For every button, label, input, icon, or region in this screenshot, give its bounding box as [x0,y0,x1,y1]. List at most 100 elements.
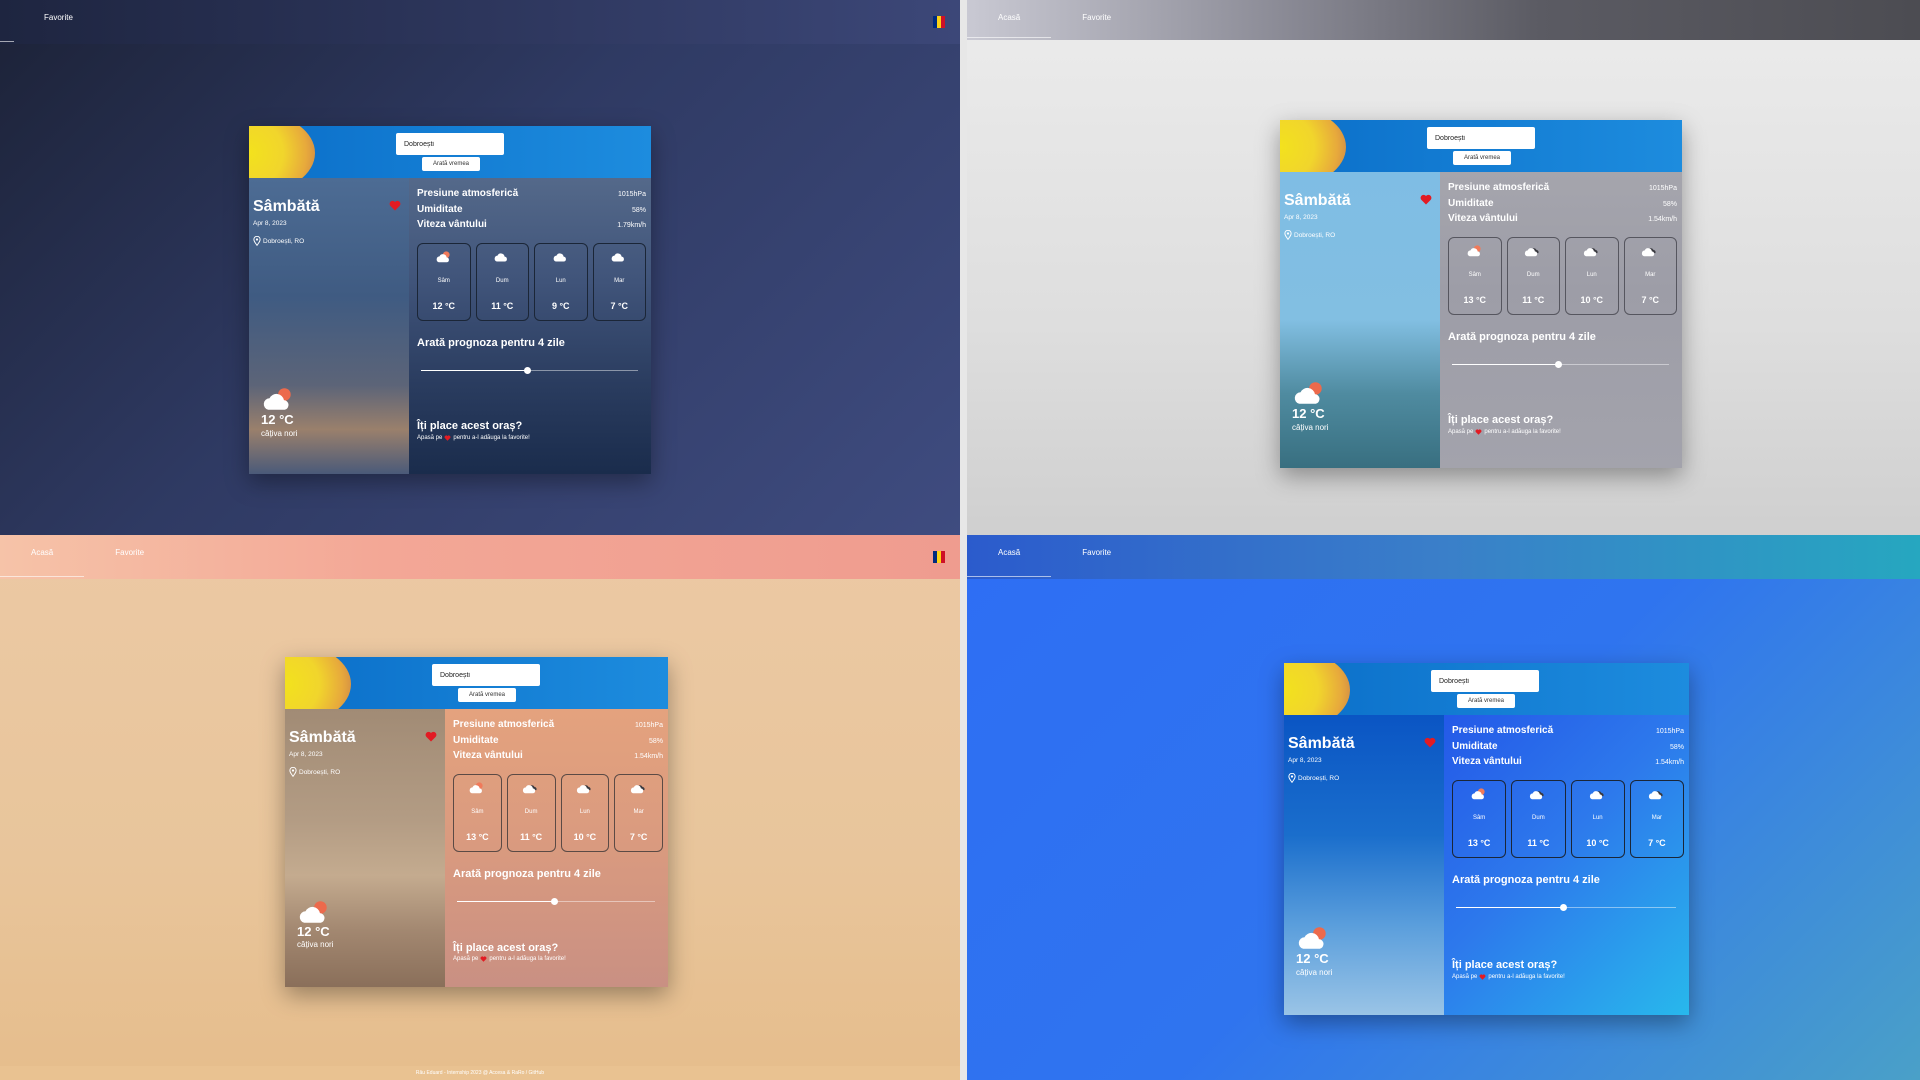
day-name: Sâmbătă [253,198,320,215]
forecast-day-card: Mar 7 °C [1623,236,1677,315]
like-city-title: Îți place acest oraș? [417,420,523,432]
current-weather-icon [1296,925,1332,951]
nav-home-link[interactable]: Acasă [967,0,1052,40]
date-label: Apr 8, 2023 [1288,757,1322,764]
details-panel: Presiune atmosferică 1015hPa Umiditate 58% V… [445,709,668,987]
stat-label: Umiditate [1448,197,1494,209]
city-search-input[interactable] [1427,127,1535,149]
hint-text-after: pentru a-l adăuga la favorite! [489,956,566,962]
favorite-heart-icon[interactable] [1424,735,1436,748]
current-description: câțiva nori [261,429,298,438]
cloud-icon [493,250,511,264]
forecast-slider-label: Arată prognoza pentru 4 zile [1452,873,1600,886]
hint-text-before: Apasă pe [1448,429,1474,435]
forecast-slider-label: Arată prognoza pentru 4 zile [453,867,601,880]
current-temp: 12 °C [1292,406,1325,421]
dark-cloud-icon [1583,244,1601,258]
language-flag-icon[interactable] [933,16,945,28]
slider-thumb[interactable] [1560,903,1568,911]
show-weather-button[interactable]: Arată vremea [458,688,516,702]
dark-cloud-icon [522,781,540,795]
show-weather-button[interactable]: Arată vremea [1457,694,1515,708]
stat-row: Presiune atmosferică 1015hPa [417,188,646,204]
city-search-input[interactable] [432,664,540,686]
slider-thumb[interactable] [550,897,558,905]
stat-row: Umiditate 58% [417,204,646,220]
forecast-row: Sâm 13 °C Dum 11 °C Lun 10 °C Mar 7 °C [453,773,663,852]
stat-row: Presiune atmosferică 1015hPa [453,719,663,735]
language-flag-icon[interactable] [933,551,945,563]
favorite-heart-icon[interactable] [1420,192,1432,205]
forecast-temp: 7 °C [1648,837,1666,848]
stat-row: Umiditate 58% [1448,198,1677,214]
forecast-temp: 10 °C [573,831,597,842]
stat-label: Viteza vântului [417,219,487,230]
sun-icon [285,657,357,709]
date-label: Apr 8, 2023 [253,220,287,227]
forecast-day-label: Sâm [471,808,484,815]
dark-cloud-icon [1589,787,1607,801]
forecast-slider-label: Arată prognoza pentru 4 zile [417,336,565,349]
favorite-heart-icon[interactable] [389,198,401,211]
details-panel: Presiune atmosferică 1015hPa Umiditate 58% V… [409,178,651,474]
stat-label: Presiune atmosferică [453,719,555,730]
forecast-days-slider[interactable] [453,892,663,912]
forecast-day-card: Sâm 13 °C [1452,779,1507,858]
current-weather-icon [261,386,297,412]
city-search-input[interactable] [396,133,504,155]
stat-label: Umiditate [1452,740,1498,752]
nav-favorites-link[interactable]: Favorite [1051,535,1142,579]
stat-row: Presiune atmosferică 1015hPa [1448,182,1677,198]
forecast-day-card: Lun 9 °C [534,242,588,321]
location-text: Dobroești, RO [263,237,305,245]
forecast-temp: 11 °C [520,831,543,842]
favorite-heart-icon[interactable] [425,729,437,742]
current-weather-panel: Sâmbătă Apr 8, 2023 Dobroești, RO 12 °C câți… [249,178,409,474]
forecast-day-card: Dum 11 °C [1511,779,1566,858]
sun-cloud-icon [1470,787,1488,801]
current-description: câțiva nori [297,940,334,949]
forecast-day-card: Mar 7 °C [1629,779,1684,858]
stat-label: Viteza vântului [1452,756,1522,767]
forecast-days-slider[interactable] [1448,355,1677,375]
forecast-temp: 9 °C [551,300,570,311]
forecast-day-card: Lun 10 °C [1565,236,1619,315]
slider-fill [1456,906,1564,908]
top-nav: Favorite [0,0,960,44]
location-pin-icon [253,235,261,247]
stat-label: Presiune atmosferică [417,188,519,199]
stat-value: 58% [631,206,646,214]
forecast-day-label: Mar [1651,814,1663,821]
forecast-day-label: Dum [1532,814,1545,821]
current-temp: 12 °C [297,924,330,939]
show-weather-button[interactable]: Arată vremea [1453,151,1511,165]
nav-home-link[interactable] [0,0,14,44]
nav-home-link[interactable]: Acasă [967,535,1052,579]
sun-icon [249,126,321,178]
forecast-row: Sâm 13 °C Dum 11 °C Lun 10 °C Mar 7 °C [1452,779,1684,858]
slider-thumb[interactable] [523,366,531,374]
nav-favorites-link[interactable]: Favorite [14,0,104,44]
nav-favorites-link[interactable]: Favorite [84,535,175,579]
forecast-day-card: Dum 11 °C [506,773,556,852]
stat-value: 1.54km/h [634,753,663,760]
hint-text-after: pentru a-l adăuga la favorite! [1484,429,1561,435]
forecast-day-card: Dum 11 °C [475,242,529,321]
stat-value: 58% [648,737,663,745]
city-search-input[interactable] [1431,670,1539,692]
current-temp: 12 °C [261,412,294,427]
weather-app-panel: AcasăFavorite Arată vremea Sâmbătă Apr 8, 2… [967,0,1920,540]
location-text: Dobroești, RO [1294,231,1336,239]
nav-favorites-link[interactable]: Favorite [1051,0,1142,40]
current-weather-panel: Sâmbătă Apr 8, 2023 Dobroești, RO 12 °C câți… [1284,715,1444,1015]
show-weather-button[interactable]: Arată vremea [422,157,480,171]
forecast-day-card: Sâm 13 °C [453,773,502,852]
stat-row: Presiune atmosferică 1015hPa [1452,725,1684,741]
nav-home-link[interactable]: Acasă [0,535,85,579]
forecast-days-slider[interactable] [1452,898,1684,918]
forecast-day-label: Mar [614,277,625,284]
slider-thumb[interactable] [1554,360,1562,368]
footer: Rău Eduard - Internship 2023 @ Accesa & … [0,1066,960,1080]
slider-fill [1452,363,1559,365]
forecast-days-slider[interactable] [417,361,646,381]
